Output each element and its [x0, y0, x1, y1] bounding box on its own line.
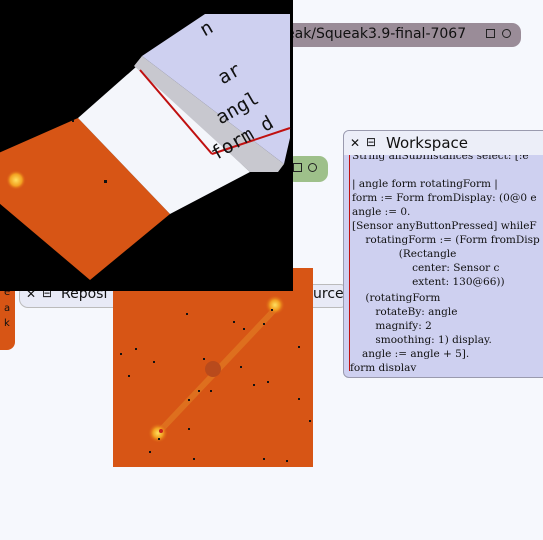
code-line: form := Form fromDisplay: (0@0 e	[352, 192, 537, 204]
squeak-flap-letter: a	[4, 303, 11, 314]
workspace-window: ✕ ⊟ Workspace String allSubInstances sel…	[343, 130, 543, 378]
code-line: String allSubInstances select: [:e	[352, 155, 529, 162]
rotated-display-area: n ar angl form d	[0, 0, 293, 291]
code-line: magnify: 2	[352, 320, 432, 332]
code-line: rotatingForm := (Form fromDisp	[352, 234, 540, 246]
code-line: extent: 130@66))	[352, 276, 505, 288]
code-line: center: Sensor c	[352, 262, 500, 274]
code-line: rotateBy: angle	[352, 306, 458, 318]
code-line: angle := angle + 5].	[352, 348, 470, 360]
rotating-form-display	[113, 268, 313, 467]
workspace-text-pane[interactable]: String allSubInstances select: [:e | ang…	[349, 155, 543, 371]
close-icon[interactable]: ✕	[350, 136, 360, 150]
code-line: [Sensor anyButtonPressed] whileF	[352, 220, 537, 232]
code-line: (Rectangle	[352, 248, 457, 260]
window-title-text: eak/Squeak3.9-final-7067	[286, 26, 467, 42]
squeak-flap-letter: k	[4, 318, 10, 329]
code-line: form display	[350, 362, 417, 371]
code-line: (rotatingForm	[352, 292, 441, 304]
code-line: angle := 0.	[352, 206, 411, 218]
code-line: | angle form rotatingForm |	[352, 178, 498, 190]
code-line: smoothing: 1) display.	[352, 334, 492, 346]
workspace-title: Workspace	[386, 134, 468, 152]
menu-icon[interactable]: ⊟	[366, 135, 376, 149]
collapse-icon[interactable]	[293, 163, 302, 172]
expand-icon[interactable]	[502, 29, 511, 38]
collapse-icon[interactable]	[486, 29, 495, 38]
expand-icon[interactable]	[308, 163, 317, 172]
